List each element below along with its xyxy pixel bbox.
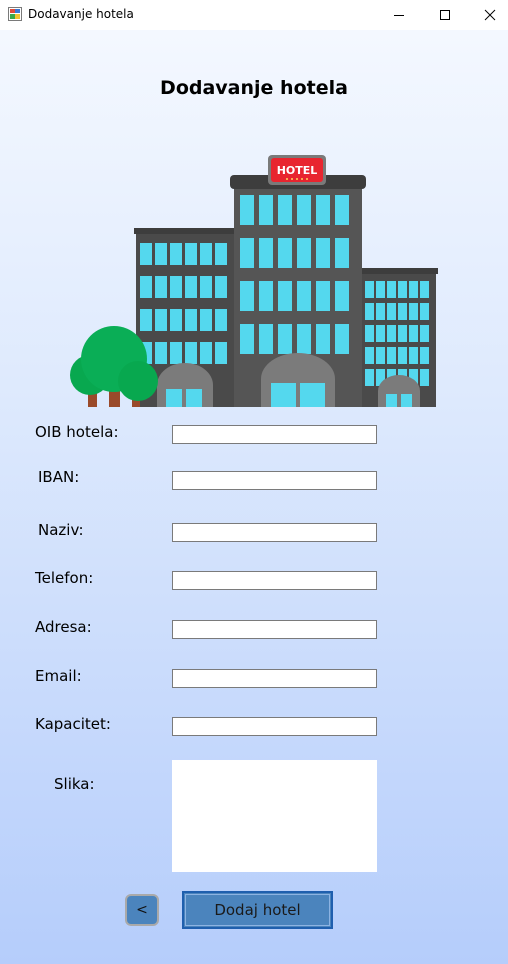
slika-label: Slika: bbox=[54, 775, 95, 793]
kapacitet-input[interactable] bbox=[172, 717, 377, 736]
add-hotel-button[interactable]: Dodaj hotel bbox=[182, 891, 333, 929]
app-icon bbox=[8, 7, 22, 21]
close-button[interactable] bbox=[467, 0, 508, 30]
hotel-sign-text: HOTEL bbox=[277, 164, 318, 177]
email-input[interactable] bbox=[172, 669, 377, 688]
image-picture-box[interactable] bbox=[172, 760, 377, 872]
adresa-label: Adresa: bbox=[35, 618, 92, 636]
email-label: Email: bbox=[35, 667, 82, 685]
naziv-label: Naziv: bbox=[38, 521, 84, 539]
page-title: Dodavanje hotela bbox=[160, 77, 348, 99]
naziv-input[interactable] bbox=[172, 523, 377, 542]
back-button[interactable]: < bbox=[125, 894, 159, 926]
kapacitet-label: Kapacitet: bbox=[35, 715, 111, 733]
title-bar: Dodavanje hotela bbox=[0, 0, 508, 31]
minimize-button[interactable] bbox=[376, 0, 422, 30]
oib-input[interactable] bbox=[172, 425, 377, 444]
telefon-input[interactable] bbox=[172, 571, 377, 590]
maximize-icon bbox=[440, 10, 450, 20]
minimize-icon bbox=[394, 15, 404, 16]
iban-label: IBAN: bbox=[38, 468, 80, 486]
telefon-label: Telefon: bbox=[35, 569, 94, 587]
oib-label: OIB hotela: bbox=[35, 423, 119, 441]
maximize-button[interactable] bbox=[422, 0, 468, 30]
adresa-input[interactable] bbox=[172, 620, 377, 639]
iban-input[interactable] bbox=[172, 471, 377, 490]
close-icon bbox=[484, 9, 496, 21]
window-title: Dodavanje hotela bbox=[28, 7, 134, 21]
hotel-building-illustration: HOTEL bbox=[70, 155, 438, 407]
form-client-area: Dodavanje hotela HOTEL OIB hotela: IBAN:… bbox=[0, 30, 508, 964]
